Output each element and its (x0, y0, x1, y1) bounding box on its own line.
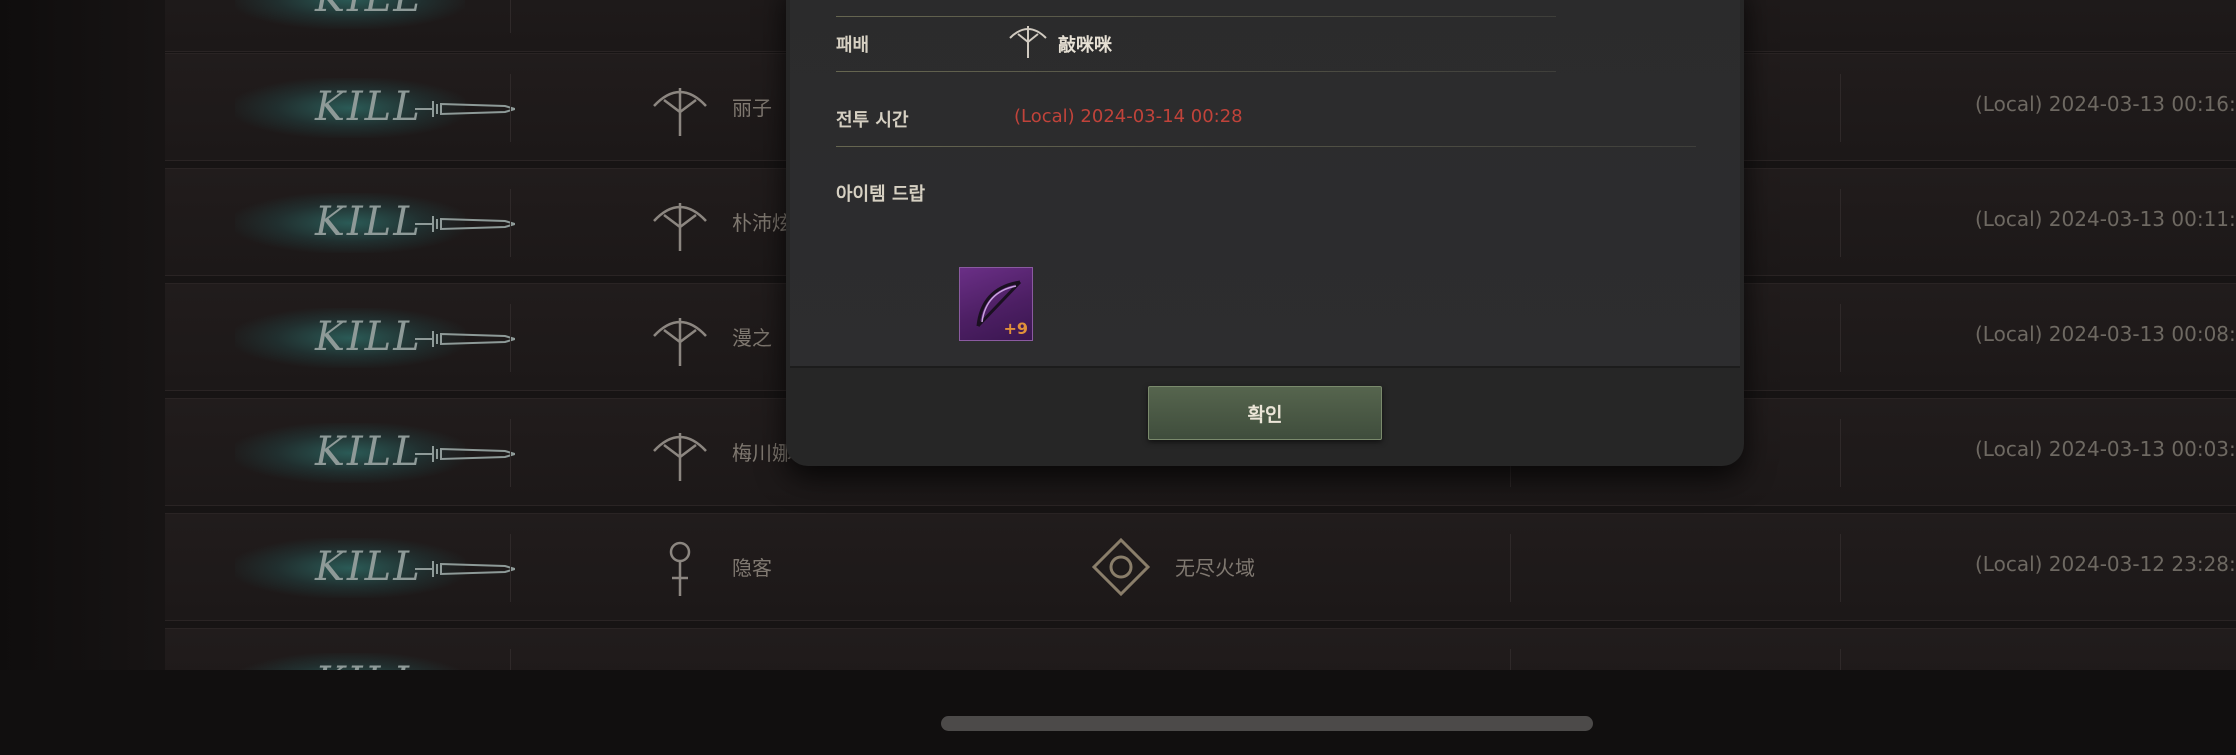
item-enhance-level: +9 (1003, 319, 1028, 338)
defeated-player-name: 敲咪咪 (1058, 35, 1112, 56)
dialog-body: 패배 敲咪咪 전투 시간 (Local) 2024-03-14 00:28 아이… (790, 0, 1740, 368)
home-indicator[interactable] (941, 716, 1593, 731)
bow-class-icon (1008, 20, 1048, 60)
item-drop-label: 아이템 드랍 (836, 184, 926, 205)
kill-badge: KILL (195, 298, 525, 378)
kill-label: KILL (315, 659, 422, 670)
player-name: 隐客 (732, 556, 772, 580)
kill-label: KILL (315, 429, 422, 475)
kill-badge: KILL (195, 643, 525, 670)
staff-class-icon (650, 538, 710, 598)
kill-label: KILL (315, 314, 422, 360)
defeat-label: 패배 (836, 35, 870, 56)
kill-time: (Local) 2024-03-13 00:11:05 (1975, 207, 2236, 231)
kill-time: (Local) 2024-03-13 00:08:18 (1975, 322, 2236, 346)
kill-badge: KILL (195, 0, 525, 39)
player-name: 漫之 (732, 326, 772, 350)
kill-badge: KILL (195, 528, 525, 608)
bow-class-icon (650, 78, 710, 138)
confirm-button[interactable]: 확인 (1148, 386, 1382, 440)
bow-class-icon (650, 308, 710, 368)
kill-time: (Local) 2024-03-13 00:03:27 (1975, 437, 2236, 461)
kill-time: (Local) 2024-03-13 00:16:24 (1975, 92, 2236, 116)
kill-badge: KILL (195, 183, 525, 263)
player-name: 丽子 (732, 96, 772, 120)
player-name: 朴沛炫 (732, 211, 792, 235)
bow-class-icon (650, 193, 710, 253)
bottom-bar (0, 670, 2236, 755)
battle-time-value: (Local) 2024-03-14 00:28 (1014, 106, 1243, 127)
kill-label: KILL (315, 544, 422, 590)
bow-class-icon (650, 423, 710, 483)
location-emblem-icon (1090, 536, 1152, 598)
kill-badge: KILL (195, 68, 525, 148)
dropped-item-slot[interactable]: +9 (959, 267, 1033, 341)
table-row[interactable]: KILL 隐客 无尽火域 (Local) 2024-03-12 23:28:31 (165, 513, 2236, 621)
kill-label: KILL (315, 199, 422, 245)
kill-time: (Local) 2024-03-12 23:28:31 (1975, 552, 2236, 576)
battle-time-label: 전투 시간 (836, 110, 909, 131)
kill-label: KILL (315, 0, 422, 21)
table-row[interactable]: KILL (165, 628, 2236, 670)
location-name: 无尽火域 (1175, 556, 1255, 580)
kill-badge: KILL (195, 413, 525, 493)
kill-label: KILL (315, 84, 422, 130)
